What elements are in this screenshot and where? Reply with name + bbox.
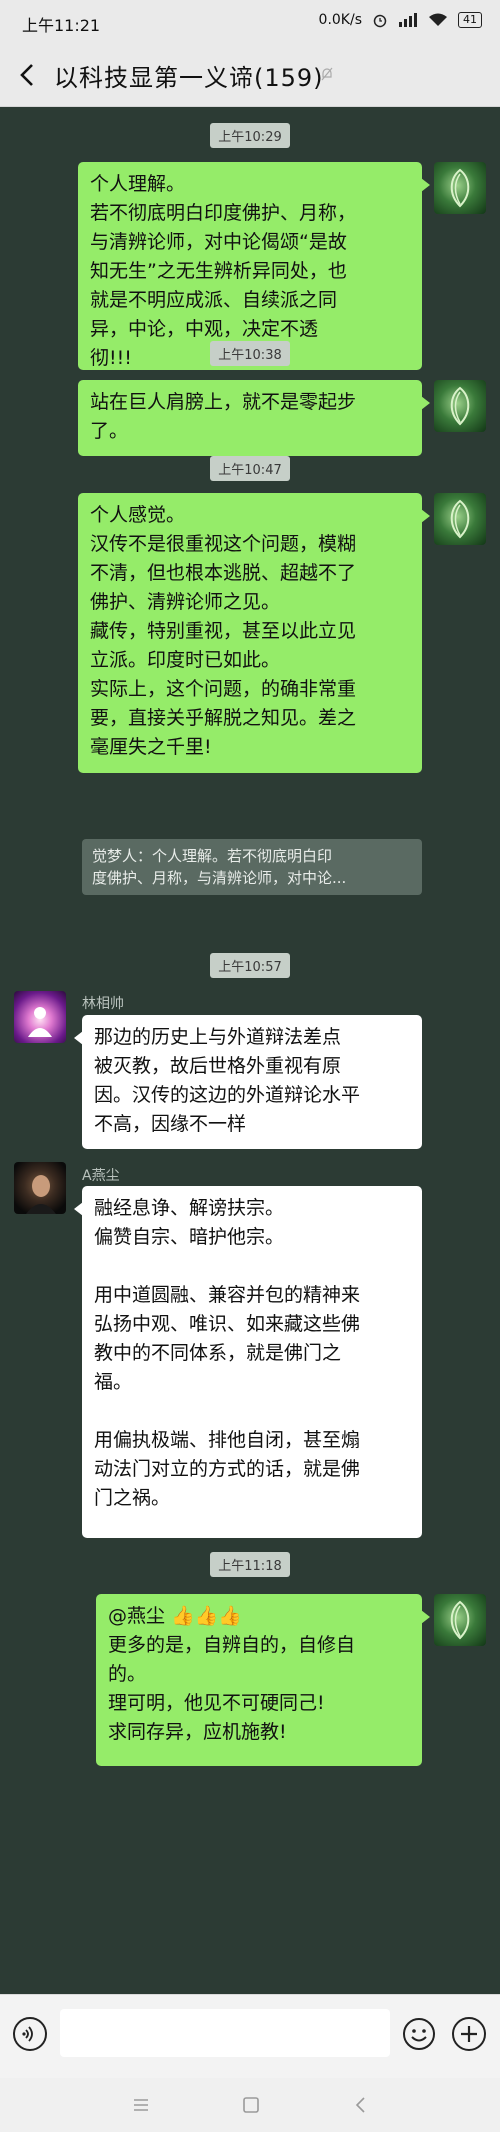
emoji-button[interactable] — [402, 2017, 436, 2051]
message-bubble-outgoing[interactable]: 个人理解。 若不彻底明白印度佛护、月称， 与清辨论师，对中论偈颂“是故 知无生”… — [78, 162, 430, 370]
timestamp: 上午10:57 — [0, 953, 500, 978]
voice-input-button[interactable] — [13, 2017, 47, 2051]
battery-icon: 41 — [458, 12, 482, 28]
quoted-message[interactable]: 觉梦人：个人理解。若不彻底明白印 度佛护、月称，与清辨论师，对中论... — [82, 839, 422, 895]
back-icon[interactable] — [350, 2094, 372, 2116]
back-arrow-icon[interactable] — [14, 60, 42, 90]
status-bar: 上午11:21 0.0K/s 41 — [0, 0, 500, 46]
message-input[interactable] — [60, 2009, 390, 2057]
status-time: 上午11:21 — [22, 16, 101, 35]
user-avatar-yanchen[interactable] — [14, 1162, 66, 1214]
mute-bell-icon — [321, 67, 333, 81]
menu-icon[interactable] — [130, 2094, 152, 2116]
signal-icon — [399, 13, 417, 27]
my-avatar[interactable] — [434, 1594, 486, 1646]
system-nav-bar — [0, 2078, 500, 2132]
message-bubble-outgoing[interactable]: 站在巨人肩膀上，就不是零起步 了。 — [78, 380, 430, 456]
net-speed: 0.0K/s — [318, 12, 362, 28]
user-avatar-lin[interactable] — [14, 991, 66, 1043]
my-avatar[interactable] — [434, 380, 486, 432]
message-bubble-outgoing[interactable]: 个人感觉。 汉传不是很重视这个问题，模糊 不清，但也根本逃脱、超越不了 佛护、清… — [78, 493, 430, 773]
emoji-icon — [403, 2018, 435, 2050]
chat-header: 以科技显第一义谛(159) — [0, 46, 500, 107]
sender-name: A燕尘 — [82, 1168, 120, 1184]
message-bubble-incoming[interactable]: 那边的历史上与外道辩法差点 被灭教，故后世格外重视有原 因。汉传的这边的外道辩论… — [74, 1015, 422, 1149]
sender-name: 林相帅 — [82, 996, 124, 1012]
wifi-icon — [429, 13, 447, 26]
message-bubble-incoming[interactable]: 融经息诤、解谤扶宗。 偏赞自宗、暗护他宗。 用中道圆融、兼容并包的精神来 弘扬中… — [74, 1186, 422, 1538]
my-avatar[interactable] — [434, 493, 486, 545]
timestamp: 上午10:47 — [0, 456, 500, 481]
alarm-icon — [373, 14, 387, 28]
more-options-button[interactable] — [452, 2017, 486, 2051]
input-bar — [0, 1994, 500, 2079]
home-icon[interactable] — [240, 2094, 262, 2116]
timestamp: 上午10:29 — [0, 123, 500, 148]
voice-icon — [22, 2026, 33, 2042]
message-bubble-outgoing[interactable]: @燕尘 👍👍👍 更多的是，自辨自的，自修自 的。 理可明，他见不可硬同己! 求同… — [96, 1594, 430, 1766]
plus-icon — [461, 2026, 477, 2042]
timestamp: 上午11:18 — [0, 1552, 500, 1577]
status-icons: 0.0K/s 41 — [319, 12, 482, 28]
chat-title: 以科技显第一义谛(159) — [54, 64, 324, 92]
timestamp: 上午10:38 — [0, 341, 500, 366]
my-avatar[interactable] — [434, 162, 486, 214]
